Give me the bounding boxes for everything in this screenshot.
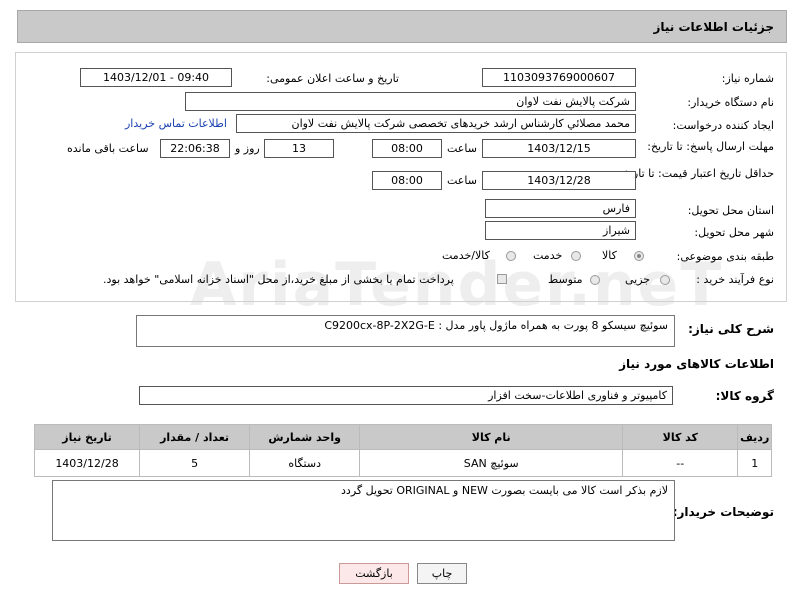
col-row: ردیف [737,424,772,450]
category-both-radio[interactable] [506,251,516,261]
process-minor-radio[interactable] [660,275,670,285]
process-minor-label: جزیی [625,273,651,286]
goods-table-header: ردیف کد کالا نام کالا واحد شمارش تعداد /… [33,424,772,450]
reply-date-field: 1403/12/15 [482,139,636,158]
need-number-field: 1103093769000607 [482,68,636,87]
province-field: فارس [485,199,636,218]
province-label: استان محل تحویل: [687,204,774,217]
buyer-org-field: شرکت پالایش نفت لاوان [185,92,636,111]
category-goods-radio[interactable] [634,251,644,261]
col-code: کد کالا [622,424,739,450]
summary-field: سوئیچ سیسکو 8 پورت به همراه ماژول پاور م… [136,315,675,347]
category-both-label: کالا/خدمت [442,249,490,262]
treasury-payment-checkbox[interactable] [497,274,507,284]
summary-label: شرح کلی نیاز: [688,322,774,336]
cell-date: 1403/12/28 [33,449,141,477]
col-name: نام کالا [359,424,624,450]
page-header: جزئیات اطلاعات نیاز [17,10,787,43]
city-label: شهر محل تحویل: [694,226,774,239]
cell-unit: دستگاه [249,449,361,477]
category-label: طبقه بندی موضوعی: [676,250,774,263]
goods-section-title: اطلاعات کالاهای مورد نیاز [619,357,774,371]
page-title: جزئیات اطلاعات نیاز [653,20,774,34]
days-field: 13 [264,139,334,158]
category-service-label: خدمت [533,249,563,262]
cell-code: -- [622,449,739,477]
cell-name: سوئیچ SAN [359,449,624,477]
buyer-contact-link[interactable]: اطلاعات تماس خریدار [125,117,227,130]
requester-field: محمد مصلائي کارشناس ارشد خریدهای تخصصی ش… [236,114,636,133]
need-number-label: شماره نیاز: [721,72,774,85]
remaining-label: ساعت باقی مانده [67,142,149,155]
goods-group-field: کامپیوتر و فناوری اطلاعات-سخت افزار [139,386,673,405]
requester-label: ایجاد کننده درخواست: [672,119,774,132]
category-goods-label: کالا [602,249,617,262]
reply-deadline-label: مهلت ارسال پاسخ: تا تاریخ: [647,140,774,153]
col-qty: تعداد / مقدار [139,424,251,450]
summary-text: سوئیچ سیسکو 8 پورت به همراه ماژول پاور م… [324,319,668,332]
col-unit: واحد شمارش [249,424,361,450]
announce-label: تاریخ و ساعت اعلان عمومی: [266,72,399,85]
back-button[interactable]: بازگشت [339,563,409,584]
process-label: نوع فرآیند خرید : [696,273,774,286]
city-field: شیراز [485,221,636,240]
treasury-payment-note: پرداخت تمام یا بخشی از مبلغ خرید،از محل … [103,273,454,286]
price-validity-label: حداقل تاریخ اعتبار قیمت: تا تاریخ: [619,167,774,180]
days-label: روز و [235,142,260,155]
goods-group-label: گروه کالا: [715,389,774,403]
price-validity-time-label: ساعت [447,174,477,187]
reply-time-label: ساعت [447,142,477,155]
category-service-radio[interactable] [571,251,581,261]
process-medium-label: متوسط [548,273,583,286]
buyer-notes-field: لازم بذکر است کالا می بایست بصورت NEW و … [52,480,675,541]
buyer-org-label: نام دستگاه خریدار: [687,96,774,109]
buyer-notes-label: توضیحات خریدار: [672,505,774,519]
price-validity-date-field: 1403/12/28 [482,171,636,190]
goods-table: ردیف کد کالا نام کالا واحد شمارش تعداد /… [33,424,772,477]
announce-field: 1403/12/01 - 09:40 [80,68,232,87]
reply-time-field: 08:00 [372,139,442,158]
cell-row: 1 [737,449,772,477]
process-medium-radio[interactable] [590,275,600,285]
table-row: 1 -- سوئیچ SAN دستگاه 5 1403/12/28 [33,449,772,477]
price-validity-time-field: 08:00 [372,171,442,190]
remaining-field: 22:06:38 [160,139,230,158]
cell-qty: 5 [139,449,251,477]
print-button[interactable]: چاپ [417,563,467,584]
buyer-notes-text: لازم بذکر است کالا می بایست بصورت NEW و … [341,484,668,497]
col-date: تاریخ نیاز [33,424,141,450]
